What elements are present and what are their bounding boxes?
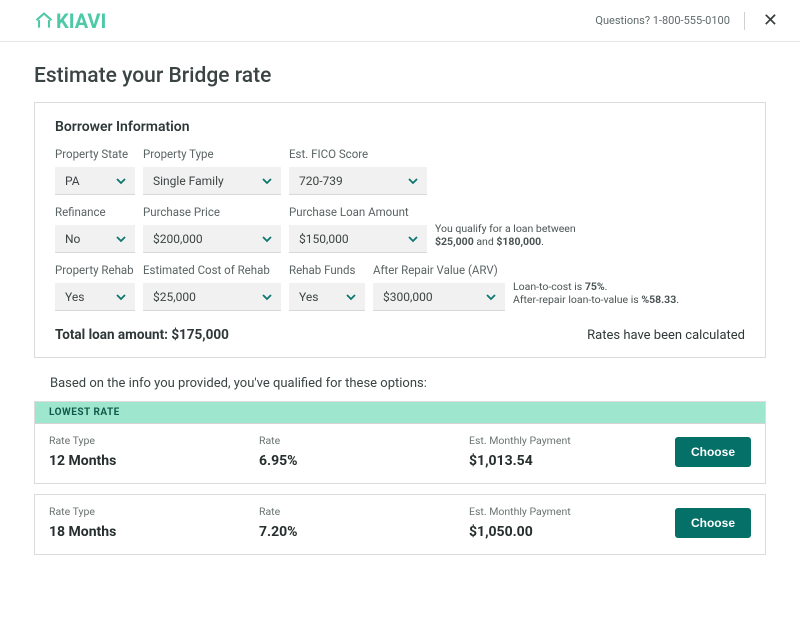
refinance-select[interactable]: No bbox=[55, 225, 135, 253]
rehab-cost-label: Estimated Cost of Rehab bbox=[143, 263, 281, 277]
property-state-select[interactable]: PA bbox=[55, 167, 135, 195]
rehab-funds-select[interactable]: Yes bbox=[289, 283, 365, 311]
property-state-label: Property State bbox=[55, 147, 135, 161]
fico-label: Est. FICO Score bbox=[289, 147, 427, 161]
rehab-cost-select[interactable]: $25,000 bbox=[143, 283, 281, 311]
purchase-price-field: Purchase Price $200,000 bbox=[143, 205, 281, 253]
chevron-down-icon bbox=[115, 291, 127, 303]
property-type-label: Property Type bbox=[143, 147, 281, 161]
purchase-price-value: $200,000 bbox=[153, 232, 203, 246]
chevron-down-icon bbox=[345, 291, 357, 303]
arv-value: $300,000 bbox=[383, 290, 433, 304]
purchase-loan-field: Purchase Loan Amount $150,000 bbox=[289, 205, 427, 253]
topbar: KIAVI Questions? 1-800-555-0100 ✕ bbox=[0, 0, 800, 42]
fico-field: Est. FICO Score 720-739 bbox=[289, 147, 427, 195]
loan-range-helper: You qualify for a loan between $25,000 a… bbox=[435, 222, 576, 253]
property-rehab-value: Yes bbox=[65, 290, 84, 304]
rate-label: Rate bbox=[259, 505, 469, 518]
lowest-rate-badge: LOWEST RATE bbox=[35, 402, 765, 424]
totals-row: Total loan amount: $175,000 Rates have b… bbox=[55, 327, 745, 343]
purchase-price-label: Purchase Price bbox=[143, 205, 281, 219]
purchase-loan-select[interactable]: $150,000 bbox=[289, 225, 427, 253]
fico-value: 720-739 bbox=[299, 174, 343, 188]
rate-type-value: 18 Months bbox=[49, 524, 259, 540]
borrower-info-panel: Borrower Information Property State PA P… bbox=[34, 102, 766, 358]
fico-select[interactable]: 720-739 bbox=[289, 167, 427, 195]
chevron-down-icon bbox=[115, 233, 127, 245]
ltc-ltv-helper: Loan-to-cost is 75%. After-repair loan-t… bbox=[513, 280, 679, 311]
close-icon[interactable]: ✕ bbox=[759, 10, 782, 31]
purchase-loan-label: Purchase Loan Amount bbox=[289, 205, 427, 219]
property-type-field: Property Type Single Family bbox=[143, 147, 281, 195]
chevron-down-icon bbox=[261, 233, 273, 245]
page-title: Estimate your Bridge rate bbox=[34, 64, 766, 88]
results-intro: Based on the info you provided, you've q… bbox=[34, 376, 766, 391]
purchase-price-select[interactable]: $200,000 bbox=[143, 225, 281, 253]
house-icon bbox=[34, 11, 54, 31]
rate-option-1: LOWEST RATE Rate Type 12 Months Rate 6.9… bbox=[34, 401, 766, 484]
section-title: Borrower Information bbox=[55, 119, 745, 135]
arv-label: After Repair Value (ARV) bbox=[373, 263, 505, 277]
divider bbox=[744, 12, 745, 30]
rate-value: 6.95% bbox=[259, 453, 469, 469]
property-type-select[interactable]: Single Family bbox=[143, 167, 281, 195]
refinance-value: No bbox=[65, 232, 80, 246]
payment-label: Est. Monthly Payment bbox=[469, 434, 675, 447]
chevron-down-icon bbox=[261, 291, 273, 303]
topbar-right: Questions? 1-800-555-0100 ✕ bbox=[595, 10, 782, 31]
arv-select[interactable]: $300,000 bbox=[373, 283, 505, 311]
total-value: $175,000 bbox=[171, 327, 229, 343]
questions-phone[interactable]: Questions? 1-800-555-0100 bbox=[595, 14, 730, 27]
arv-field: After Repair Value (ARV) $300,000 bbox=[373, 263, 505, 311]
property-state-field: Property State PA bbox=[55, 147, 135, 195]
rate-label: Rate bbox=[259, 434, 469, 447]
refinance-label: Refinance bbox=[55, 205, 135, 219]
payment-label: Est. Monthly Payment bbox=[469, 505, 675, 518]
rate-type-value: 12 Months bbox=[49, 453, 259, 469]
refinance-field: Refinance No bbox=[55, 205, 135, 253]
purchase-loan-value: $150,000 bbox=[299, 232, 349, 246]
rehab-funds-value: Yes bbox=[299, 290, 318, 304]
property-state-value: PA bbox=[65, 174, 80, 188]
rehab-funds-field: Rehab Funds Yes bbox=[289, 263, 365, 311]
rates-calculated-text: Rates have been calculated bbox=[587, 328, 745, 343]
rehab-funds-label: Rehab Funds bbox=[289, 263, 365, 277]
rate-type-label: Rate Type bbox=[49, 434, 259, 447]
total-label: Total loan amount: bbox=[55, 327, 171, 343]
rate-value: 7.20% bbox=[259, 524, 469, 540]
rate-option-2: Rate Type 18 Months Rate 7.20% Est. Mont… bbox=[34, 494, 766, 555]
chevron-down-icon bbox=[407, 175, 419, 187]
chevron-down-icon bbox=[261, 175, 273, 187]
property-rehab-select[interactable]: Yes bbox=[55, 283, 135, 311]
property-type-value: Single Family bbox=[153, 174, 224, 188]
choose-button[interactable]: Choose bbox=[675, 437, 751, 467]
chevron-down-icon bbox=[485, 291, 497, 303]
property-rehab-field: Property Rehab Yes bbox=[55, 263, 135, 311]
logo-text: KIAVI bbox=[56, 9, 106, 33]
payment-value: $1,013.54 bbox=[469, 453, 675, 469]
payment-value: $1,050.00 bbox=[469, 524, 675, 540]
rehab-cost-field: Estimated Cost of Rehab $25,000 bbox=[143, 263, 281, 311]
rehab-cost-value: $25,000 bbox=[153, 290, 196, 304]
choose-button[interactable]: Choose bbox=[675, 508, 751, 538]
logo: KIAVI bbox=[34, 9, 106, 33]
chevron-down-icon bbox=[115, 175, 127, 187]
rate-type-label: Rate Type bbox=[49, 505, 259, 518]
chevron-down-icon bbox=[407, 233, 419, 245]
property-rehab-label: Property Rehab bbox=[55, 263, 135, 277]
